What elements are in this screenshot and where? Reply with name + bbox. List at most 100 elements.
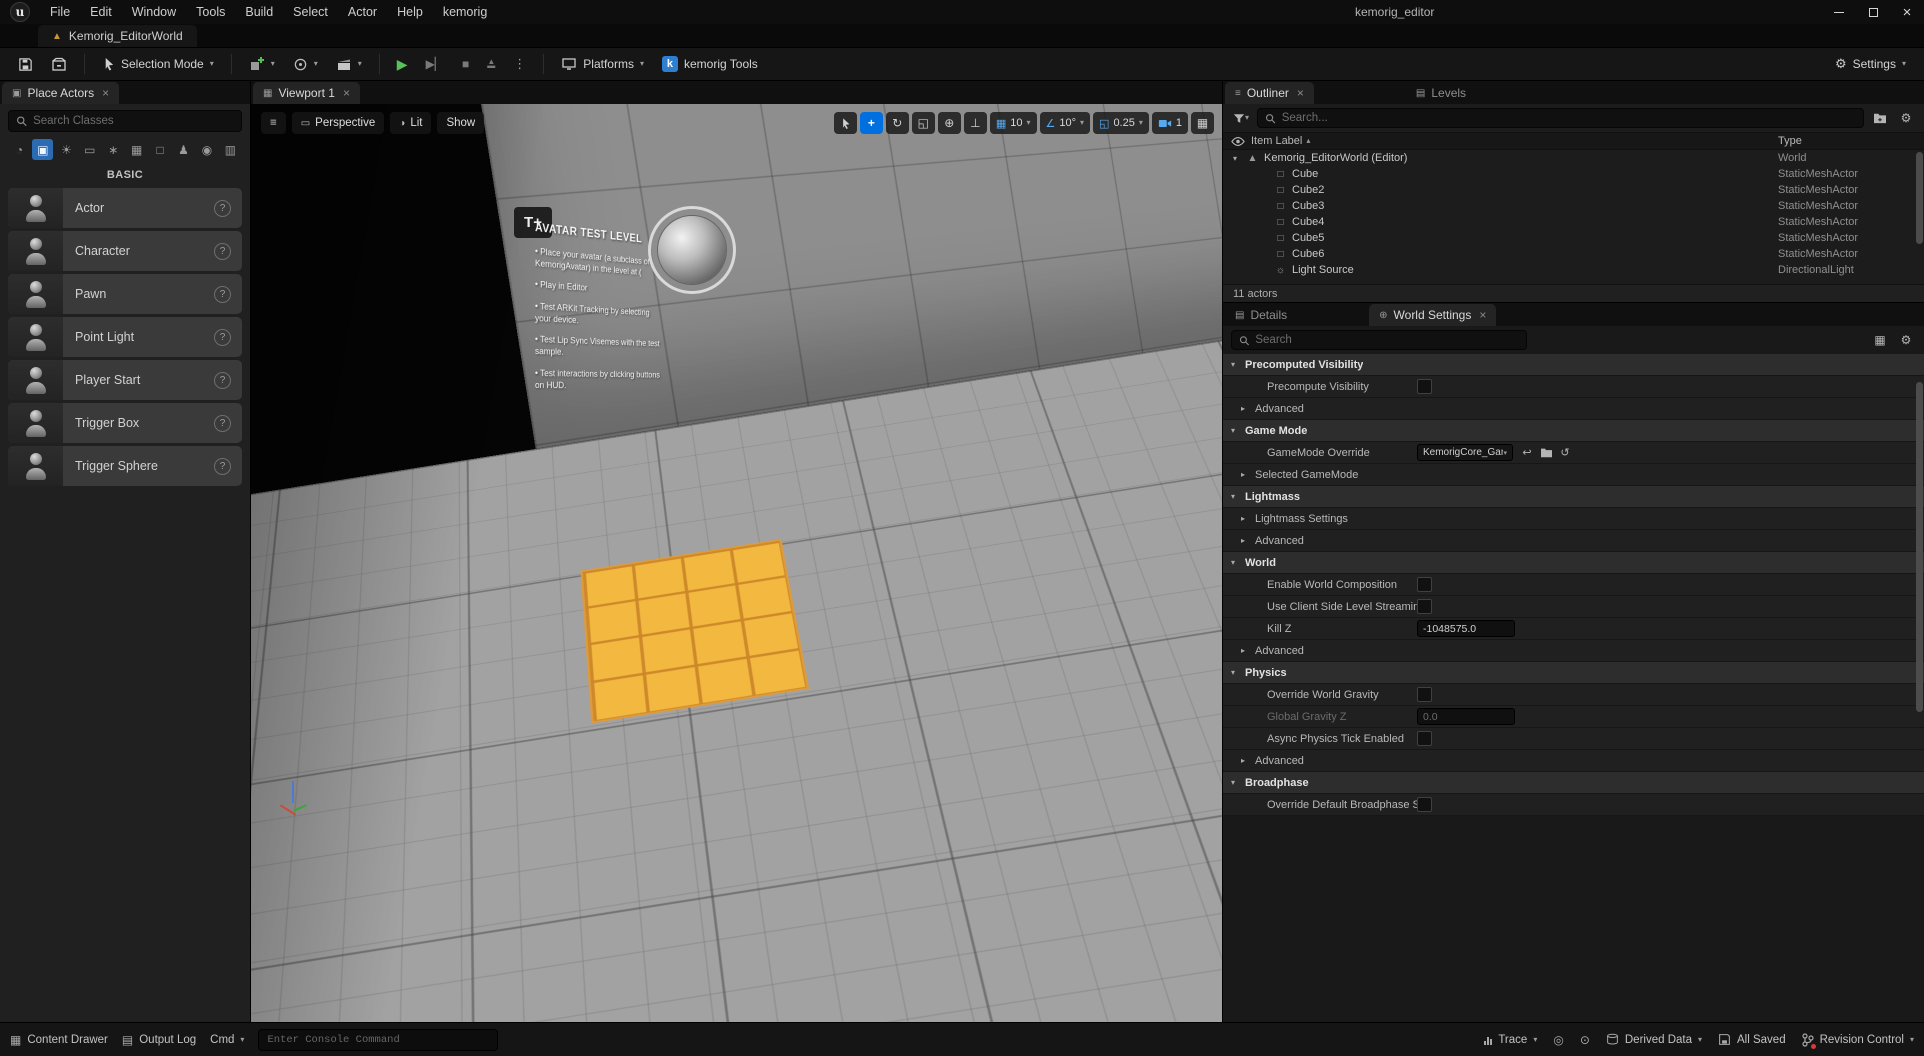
row-expander-icon[interactable] [1241, 756, 1255, 765]
browse-to-asset-icon[interactable] [1538, 445, 1554, 461]
details-settings-button[interactable]: ⚙ [1896, 330, 1916, 350]
selection-mode-dropdown[interactable]: Selection Mode ▾ [94, 51, 222, 77]
close-icon[interactable]: × [343, 86, 350, 100]
outliner-scrollbar[interactable] [1916, 150, 1923, 284]
settings-row[interactable]: Enable World Composition ▾ ↩ [1223, 574, 1924, 596]
cmd-dropdown[interactable]: Cmd ▾ [210, 1034, 244, 1046]
help-icon[interactable]: ? [214, 286, 231, 303]
expander-icon[interactable]: ▾ [1233, 154, 1245, 163]
basic-icon[interactable]: ▣ [32, 139, 53, 160]
grid-snap-control[interactable]: ▦ 10 ▾ [990, 112, 1037, 134]
help-icon[interactable]: ? [214, 329, 231, 346]
place-actor-item[interactable]: Actor ? [8, 188, 242, 228]
place-actor-item[interactable]: Pawn ? [8, 274, 242, 314]
value-field[interactable]: 0.0 [1417, 708, 1515, 725]
help-icon[interactable]: ? [214, 200, 231, 217]
content-drawer-button[interactable]: ▦ Content Drawer [10, 1033, 108, 1047]
settings-row[interactable]: Use Client Side Level Streaming... ▾ ↩ [1223, 596, 1924, 618]
settings-dropdown[interactable]: ⚙ Settings ▾ [1827, 51, 1914, 77]
settings-row[interactable]: Kill Z -1048575.0 ▾ ↩ [1223, 618, 1924, 640]
row-expander-icon[interactable] [1231, 558, 1245, 567]
show-dropdown[interactable]: Show [437, 112, 484, 134]
browse-content-button[interactable] [43, 51, 75, 77]
close-icon[interactable]: × [1479, 308, 1486, 322]
play-button[interactable]: ▶ [389, 51, 416, 77]
derived-data-dropdown[interactable]: Derived Data ▾ [1606, 1033, 1702, 1046]
help-icon[interactable]: ? [214, 372, 231, 389]
all-classes-icon[interactable]: ▥ [220, 139, 241, 160]
row-expander-icon[interactable] [1231, 492, 1245, 501]
outliner-row[interactable]: □ Cube2 StaticMeshActor [1223, 182, 1924, 198]
settings-row[interactable]: Advanced ▾ ↩ [1223, 530, 1924, 552]
new-folder-button[interactable] [1870, 108, 1890, 128]
wall-instructions-text[interactable]: AVATAR TEST LEVEL Place your avatar (a s… [535, 222, 664, 401]
outliner-row[interactable]: □ Cube6 StaticMeshActor [1223, 246, 1924, 262]
settings-row[interactable]: Async Physics Tick Enabled ▾ ↩ [1223, 728, 1924, 750]
settings-row[interactable]: Lightmass Settings ▾ ↩ [1223, 508, 1924, 530]
console-command-input[interactable] [258, 1029, 498, 1051]
settings-search-input[interactable] [1255, 334, 1519, 346]
settings-row[interactable]: Global Gravity Z 0.0 ▾ ↩ [1223, 706, 1924, 728]
target-status-button[interactable]: ⊙ [1580, 1033, 1590, 1047]
output-log-button[interactable]: ▤ Output Log [122, 1033, 196, 1047]
record-status-button[interactable]: ◎ [1553, 1033, 1563, 1047]
kemorig-tools-button[interactable]: k kemorig Tools [654, 51, 766, 77]
save-status[interactable]: All Saved [1718, 1033, 1786, 1046]
column-item-label[interactable]: Item Label ▴ [1245, 135, 1778, 147]
place-actor-item[interactable]: Character ? [8, 231, 242, 271]
surface-snap-toggle[interactable]: ⊥ [964, 112, 987, 134]
column-type[interactable]: Type [1778, 135, 1924, 147]
outliner-row[interactable]: ▾ ▲ Kemorig_EditorWorld (Editor) World [1223, 150, 1924, 166]
cinematics-dropdown[interactable]: ▾ [328, 51, 370, 77]
help-icon[interactable]: ? [214, 458, 231, 475]
row-expander-icon[interactable] [1231, 426, 1245, 435]
checkbox[interactable] [1417, 731, 1432, 746]
menu-item[interactable]: Actor [338, 0, 387, 24]
row-expander-icon[interactable] [1241, 646, 1255, 655]
settings-row[interactable]: Precompute Visibility ▾ ↩ [1223, 376, 1924, 398]
geometry-icon[interactable]: ▦ [126, 139, 147, 160]
move-tool-button[interactable]: + [860, 112, 883, 134]
revision-control-dropdown[interactable]: Revision Control ▾ [1802, 1033, 1914, 1047]
tab-viewport-1[interactable]: ▦ Viewport 1 × [253, 82, 360, 104]
stop-button[interactable]: ■ [454, 51, 477, 77]
scrollbar-thumb[interactable] [1916, 152, 1923, 244]
menu-item[interactable]: kemorig [433, 0, 497, 24]
display-filter-button[interactable]: ▦ [1870, 330, 1890, 350]
rotation-snap-control[interactable]: ∠ 10° ▾ [1040, 112, 1091, 134]
row-expander-icon[interactable] [1241, 514, 1255, 523]
recently-placed-icon[interactable]: ◔ [9, 139, 30, 160]
row-expander-icon[interactable] [1231, 778, 1245, 787]
help-icon[interactable]: ? [214, 415, 231, 432]
settings-row[interactable]: Lightmass ▾ ↩ [1223, 486, 1924, 508]
settings-row[interactable]: Game Mode ▾ ↩ [1223, 420, 1924, 442]
value-field[interactable]: -1048575.0 [1417, 620, 1515, 637]
outliner-settings-button[interactable]: ⚙ [1896, 108, 1916, 128]
menu-item[interactable]: File [40, 0, 80, 24]
menu-item[interactable]: Window [122, 0, 186, 24]
viewport-options-button[interactable]: ≡ [261, 112, 286, 134]
gamemode-override-dropdown[interactable]: KemorigCore_Gan ▾ [1417, 444, 1513, 461]
platforms-dropdown[interactable]: Platforms ▾ [553, 51, 652, 77]
scale-tool-button[interactable]: ◱ [912, 112, 935, 134]
settings-row[interactable]: Broadphase ▾ ↩ [1223, 772, 1924, 794]
row-expander-icon[interactable] [1231, 360, 1245, 369]
unreal-logo-icon[interactable]: u [10, 2, 30, 22]
settings-row[interactable]: Advanced ▾ ↩ [1223, 398, 1924, 420]
outliner-row[interactable]: □ Cube5 StaticMeshActor [1223, 230, 1924, 246]
save-button[interactable] [10, 51, 41, 77]
checkbox[interactable] [1417, 379, 1432, 394]
place-actor-item[interactable]: Point Light ? [8, 317, 242, 357]
settings-row[interactable]: Physics ▾ ↩ [1223, 662, 1924, 684]
filter-button[interactable]: ▾ [1231, 108, 1251, 128]
scrollbar-thumb[interactable] [1916, 382, 1923, 712]
settings-row[interactable]: Override Default Broadphase Setti... ▾ ↩ [1223, 794, 1924, 816]
tab-levels[interactable]: ▤ Levels [1406, 82, 1476, 104]
select-tool-button[interactable] [834, 112, 857, 134]
place-actor-item[interactable]: Player Start ? [8, 360, 242, 400]
view-mode-dropdown[interactable]: ◑ Lit [390, 112, 431, 134]
help-icon[interactable]: ? [214, 243, 231, 260]
cinematic-icon[interactable]: ▭ [79, 139, 100, 160]
outliner-search-input[interactable] [1282, 112, 1856, 124]
menu-item[interactable]: Edit [80, 0, 122, 24]
